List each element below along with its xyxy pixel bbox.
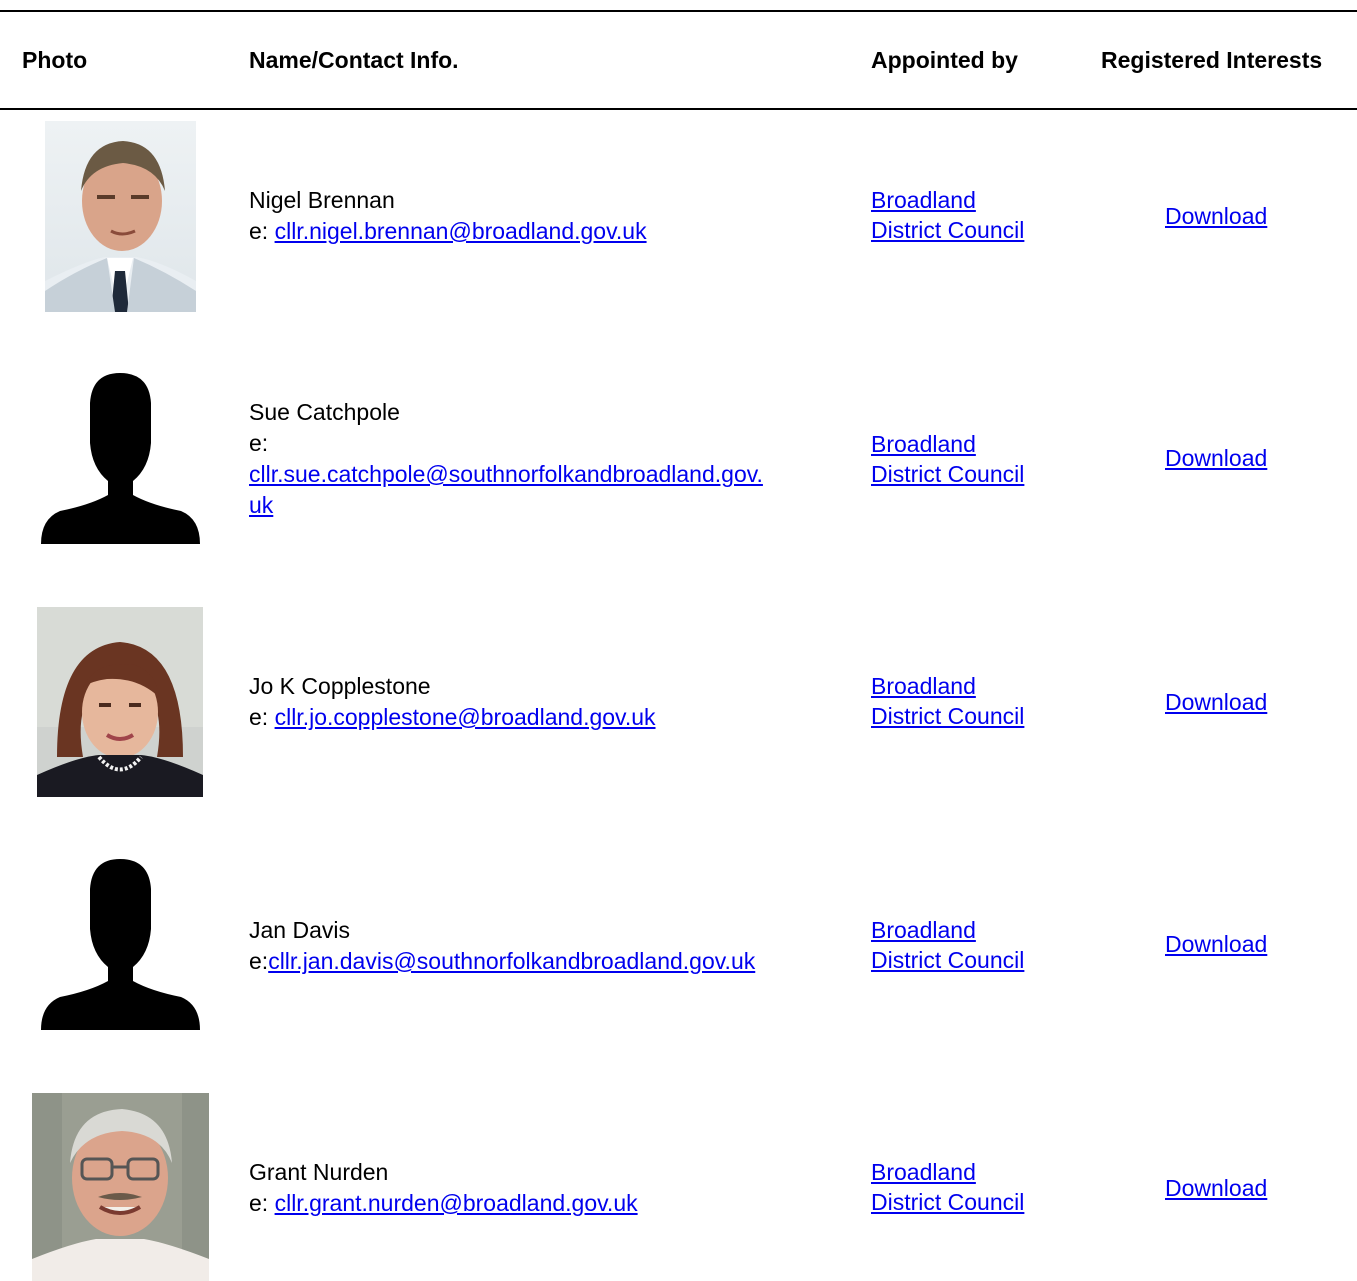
registered-interests-cell: Download [1165,687,1267,717]
email-line: e:cllr.jan.davis@southnorfolkandbroadlan… [249,946,849,977]
email-prefix: e: [249,218,275,244]
header-registered-interests: Registered Interests [1101,47,1323,73]
appointed-cell: Broadland District Council [871,1157,1071,1217]
header-appointed-by: Appointed by [871,47,1018,73]
registered-interests-cell: Download [1165,929,1267,959]
email-line: e: cllr.grant.nurden@broadland.gov.uk [249,1188,849,1219]
member-name: Sue Catchpole [249,399,400,425]
contact-cell: Grant Nurden e: cllr.grant.nurden@broadl… [249,1157,849,1219]
appointed-line-2: District Council [871,217,1025,243]
member-photo [37,607,203,797]
email-link[interactable]: cllr.jan.davis@southnorfolkandbroadland.… [268,948,755,974]
appointed-cell: Broadland District Council [871,671,1071,731]
appointed-line-2: District Council [871,1189,1025,1215]
appointed-by-link[interactable]: Broadland District Council [871,187,1024,243]
appointed-cell: Broadland District Council [871,915,1071,975]
appointed-by-link[interactable]: Broadland District Council [871,1159,1024,1215]
appointed-line-1: Broadland [871,1159,976,1185]
person-silhouette-icon [41,373,200,544]
email-part-1: cllr.sue.catchpole@southnorfolkandbroadl… [249,461,763,487]
appointed-line-2: District Council [871,461,1025,487]
appointed-cell: Broadland District Council [871,429,1071,489]
contact-cell: Jo K Copplestone e: cllr.jo.copplestone@… [249,671,849,733]
member-name: Nigel Brennan [249,187,395,213]
email-prefix: e: [249,430,269,456]
appointed-line-2: District Council [871,947,1025,973]
appointed-by-link[interactable]: Broadland District Council [871,917,1024,973]
contact-cell: Jan Davis e:cllr.jan.davis@southnorfolka… [249,915,849,977]
email-line: e: cllr.jo.copplestone@broadland.gov.uk [249,702,849,733]
email-prefix: e: [249,1190,275,1216]
email-part-2: uk [249,492,274,518]
appointed-line-1: Broadland [871,673,976,699]
download-link[interactable]: Download [1165,1175,1267,1201]
contact-cell: Sue Catchpole e: cllr.sue.catchpole@sout… [249,397,849,521]
appointed-by-link[interactable]: Broadland District Council [871,673,1024,729]
email-link[interactable]: cllr.jo.copplestone@broadland.gov.uk [275,704,656,730]
registered-interests-cell: Download [1165,201,1267,231]
members-table: Photo Name/Contact Info. Appointed by Re… [0,0,1357,1281]
download-link[interactable]: Download [1165,203,1267,229]
contact-cell: Nigel Brennan e: cllr.nigel.brennan@broa… [249,185,849,247]
email-link[interactable]: cllr.sue.catchpole@southnorfolkandbroadl… [249,461,763,518]
table-top-rule [0,10,1357,12]
email-link[interactable]: cllr.nigel.brennan@broadland.gov.uk [275,218,647,244]
member-photo [45,121,196,312]
email-line: e: cllr.nigel.brennan@broadland.gov.uk [249,216,849,247]
email-prefix: e: [249,948,269,974]
person-silhouette-icon [41,859,200,1030]
appointed-line-1: Broadland [871,431,976,457]
appointed-by-link[interactable]: Broadland District Council [871,431,1024,487]
appointed-line-1: Broadland [871,917,976,943]
appointed-line-1: Broadland [871,187,976,213]
registered-interests-cell: Download [1165,443,1267,473]
appointed-line-2: District Council [871,703,1025,729]
download-link[interactable]: Download [1165,445,1267,471]
download-link[interactable]: Download [1165,689,1267,715]
appointed-cell: Broadland District Council [871,185,1071,245]
member-name: Jo K Copplestone [249,673,431,699]
member-name: Jan Davis [249,917,350,943]
header-bottom-rule [0,108,1357,110]
header-name-contact: Name/Contact Info. [249,47,459,73]
download-link[interactable]: Download [1165,931,1267,957]
registered-interests-cell: Download [1165,1173,1267,1203]
member-photo [32,1093,209,1281]
header-photo: Photo [22,47,88,73]
member-name: Grant Nurden [249,1159,389,1185]
email-link[interactable]: cllr.grant.nurden@broadland.gov.uk [275,1190,638,1216]
email-prefix: e: [249,704,275,730]
